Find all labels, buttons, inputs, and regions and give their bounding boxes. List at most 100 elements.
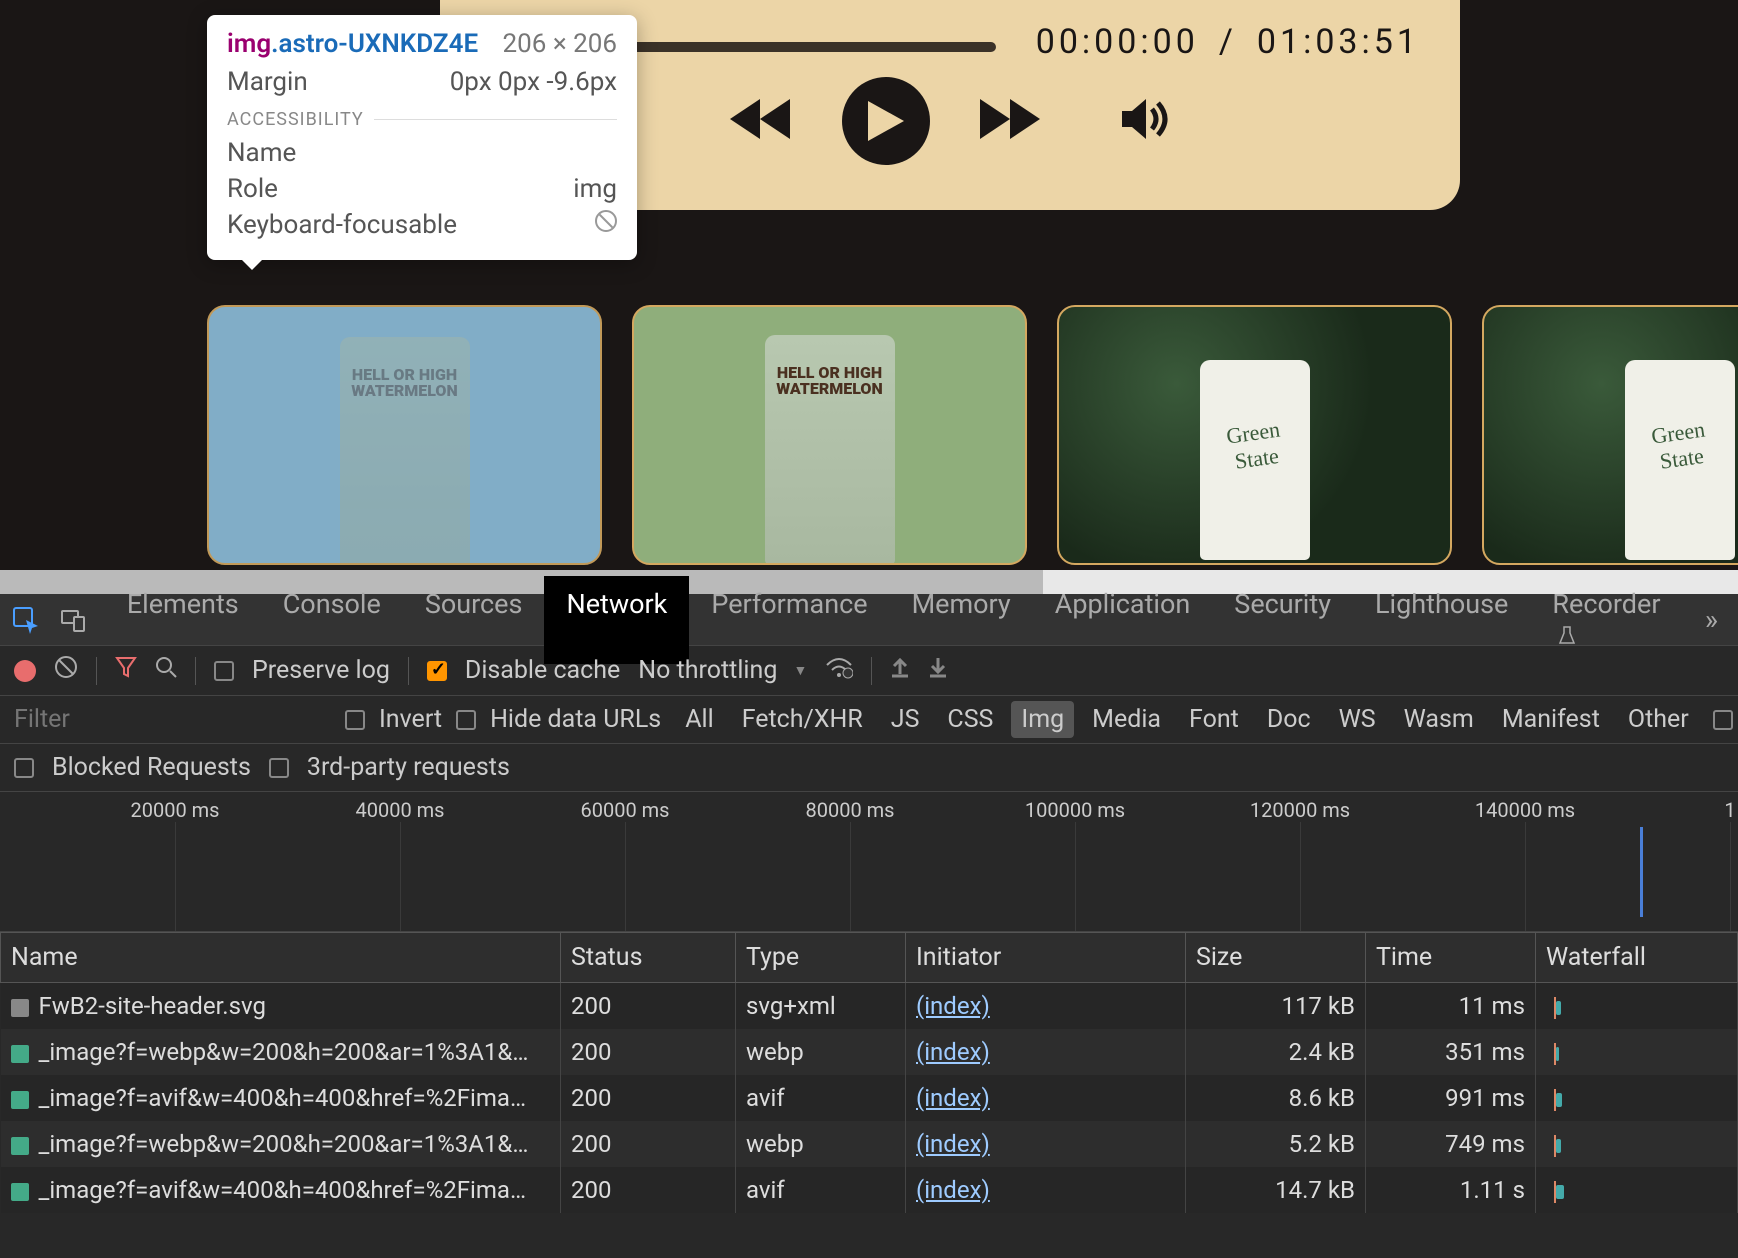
table-row[interactable]: _image?f=webp&w=200&h=200&ar=1%3A1&…200w… — [1, 1121, 1738, 1167]
ban-icon — [595, 210, 617, 232]
can-label: HELL OR HIGH WATERMELON — [775, 365, 885, 397]
forward-button[interactable] — [980, 99, 1042, 143]
filter-type-wasm[interactable]: Wasm — [1394, 701, 1484, 738]
timeline-label: 120000 ms — [1250, 798, 1350, 822]
file-icon — [11, 1183, 29, 1201]
thumbnail-inspected[interactable]: HELL OR HIGH WATERMELON — [207, 305, 602, 565]
inspector-tooltip: img.astro-UXNKDZ4E 206 × 206 Margin 0px … — [207, 15, 637, 260]
device-toolbar-button[interactable] — [51, 598, 94, 642]
filter-type-ws[interactable]: WS — [1329, 701, 1386, 738]
network-conditions-button[interactable] — [825, 655, 853, 686]
total-time: 01:03:51 — [1257, 22, 1420, 62]
waterfall-bar — [1546, 1129, 1727, 1159]
tab-security[interactable]: Security — [1212, 576, 1353, 664]
can-label: Green State — [1631, 414, 1727, 478]
has-blocked-checkbox[interactable] — [1713, 710, 1733, 730]
network-timeline[interactable]: 20000 ms40000 ms60000 ms80000 ms100000 m… — [0, 792, 1738, 932]
timeline-label: 1 — [1724, 798, 1735, 822]
column-waterfall[interactable]: Waterfall — [1536, 933, 1738, 983]
preserve-log-checkbox[interactable] — [214, 661, 234, 681]
thumbnail[interactable]: Green State — [1482, 305, 1738, 565]
network-filter-row: Invert Hide data URLs AllFetch/XHRJSCSSI… — [0, 696, 1738, 744]
filter-type-fetch-xhr[interactable]: Fetch/XHR — [732, 701, 873, 738]
tooltip-class: .astro-UXNKDZ4E — [271, 29, 478, 59]
can-label: Green State — [1206, 414, 1302, 478]
devtools-tabs: ElementsConsoleSourcesNetworkPerformance… — [0, 594, 1738, 646]
search-button[interactable] — [155, 656, 177, 685]
file-icon — [11, 1137, 29, 1155]
throttling-select[interactable]: No throttling — [638, 656, 807, 685]
filter-input[interactable] — [14, 705, 331, 734]
tab-performance[interactable]: Performance — [689, 576, 889, 664]
download-har-button[interactable] — [928, 656, 948, 685]
tooltip-dimensions: 206 × 206 — [503, 29, 617, 59]
tooltip-focus-label: Keyboard-focusable — [227, 210, 457, 240]
can-label: HELL OR HIGH WATERMELON — [350, 367, 460, 399]
network-table: NameStatusTypeInitiatorSizeTimeWaterfall… — [0, 932, 1738, 1213]
filter-type-doc[interactable]: Doc — [1257, 701, 1321, 738]
third-party-checkbox[interactable] — [269, 758, 289, 778]
table-row[interactable]: _image?f=avif&w=400&h=400&href=%2Fima…20… — [1, 1075, 1738, 1121]
timeline-label: 80000 ms — [805, 798, 894, 822]
filter-toggle-button[interactable] — [115, 656, 137, 685]
timeline-label: 60000 ms — [580, 798, 669, 822]
tab-recorder[interactable]: Recorder — [1530, 576, 1684, 664]
initiator-link[interactable]: (index) — [916, 1038, 990, 1066]
initiator-link[interactable]: (index) — [916, 992, 990, 1020]
volume-button[interactable] — [1122, 97, 1170, 145]
play-button[interactable] — [842, 77, 930, 165]
filter-type-img[interactable]: Img — [1011, 701, 1074, 738]
tab-console[interactable]: Console — [261, 576, 403, 664]
file-icon — [11, 1091, 29, 1109]
thumbnail[interactable]: Green State — [1057, 305, 1452, 565]
waterfall-bar — [1546, 1175, 1727, 1205]
thumbnail[interactable]: HELL OR HIGH WATERMELON — [632, 305, 1027, 565]
column-size[interactable]: Size — [1186, 933, 1366, 983]
time-display: 00:00:00 / 01:03:51 — [1036, 22, 1420, 62]
table-row[interactable]: _image?f=avif&w=400&h=400&href=%2Fima…20… — [1, 1167, 1738, 1213]
filter-type-other[interactable]: Other — [1618, 701, 1699, 738]
timeline-label: 140000 ms — [1475, 798, 1575, 822]
filter-type-font[interactable]: Font — [1179, 701, 1249, 738]
tooltip-role-label: Role — [227, 174, 278, 204]
tab-sources[interactable]: Sources — [403, 576, 545, 664]
timeline-label: 40000 ms — [355, 798, 444, 822]
tab-lighthouse[interactable]: Lighthouse — [1353, 576, 1530, 664]
initiator-link[interactable]: (index) — [916, 1130, 990, 1158]
third-party-label: 3rd-party requests — [307, 753, 510, 782]
file-icon — [11, 999, 29, 1017]
inspect-element-button[interactable] — [4, 598, 47, 642]
timeline-label: 20000 ms — [130, 798, 219, 822]
column-type[interactable]: Type — [736, 933, 906, 983]
filter-type-media[interactable]: Media — [1082, 701, 1171, 738]
tab-elements[interactable]: Elements — [105, 576, 261, 664]
invert-checkbox[interactable] — [345, 710, 365, 730]
network-filter-row-2: Blocked Requests 3rd-party requests — [0, 744, 1738, 792]
column-name[interactable]: Name — [1, 933, 561, 983]
upload-har-button[interactable] — [890, 656, 910, 685]
disable-cache-checkbox[interactable] — [427, 661, 447, 681]
blocked-requests-checkbox[interactable] — [14, 758, 34, 778]
column-time[interactable]: Time — [1366, 933, 1536, 983]
filter-type-css[interactable]: CSS — [937, 701, 1003, 738]
rewind-button[interactable] — [730, 99, 792, 143]
filter-type-manifest[interactable]: Manifest — [1492, 701, 1610, 738]
tab-application[interactable]: Application — [1033, 576, 1213, 664]
hide-data-urls-checkbox[interactable] — [456, 710, 476, 730]
timeline-cursor[interactable] — [1640, 827, 1643, 917]
tabs-overflow-button[interactable]: » — [1685, 603, 1738, 636]
table-row[interactable]: _image?f=webp&w=200&h=200&ar=1%3A1&…200w… — [1, 1029, 1738, 1075]
filter-type-js[interactable]: JS — [881, 701, 930, 738]
column-status[interactable]: Status — [561, 933, 736, 983]
tab-memory[interactable]: Memory — [890, 576, 1033, 664]
column-initiator[interactable]: Initiator — [906, 933, 1186, 983]
filter-type-all[interactable]: All — [675, 701, 723, 738]
tab-network[interactable]: Network — [544, 576, 689, 664]
table-row[interactable]: FwB2-site-header.svg200svg+xml(index)117… — [1, 983, 1738, 1030]
devtools-panel: ElementsConsoleSourcesNetworkPerformance… — [0, 594, 1738, 1258]
record-button[interactable] — [14, 660, 36, 682]
initiator-link[interactable]: (index) — [916, 1176, 990, 1204]
clear-button[interactable] — [54, 655, 78, 686]
initiator-link[interactable]: (index) — [916, 1084, 990, 1112]
tooltip-role-value: img — [573, 174, 617, 204]
